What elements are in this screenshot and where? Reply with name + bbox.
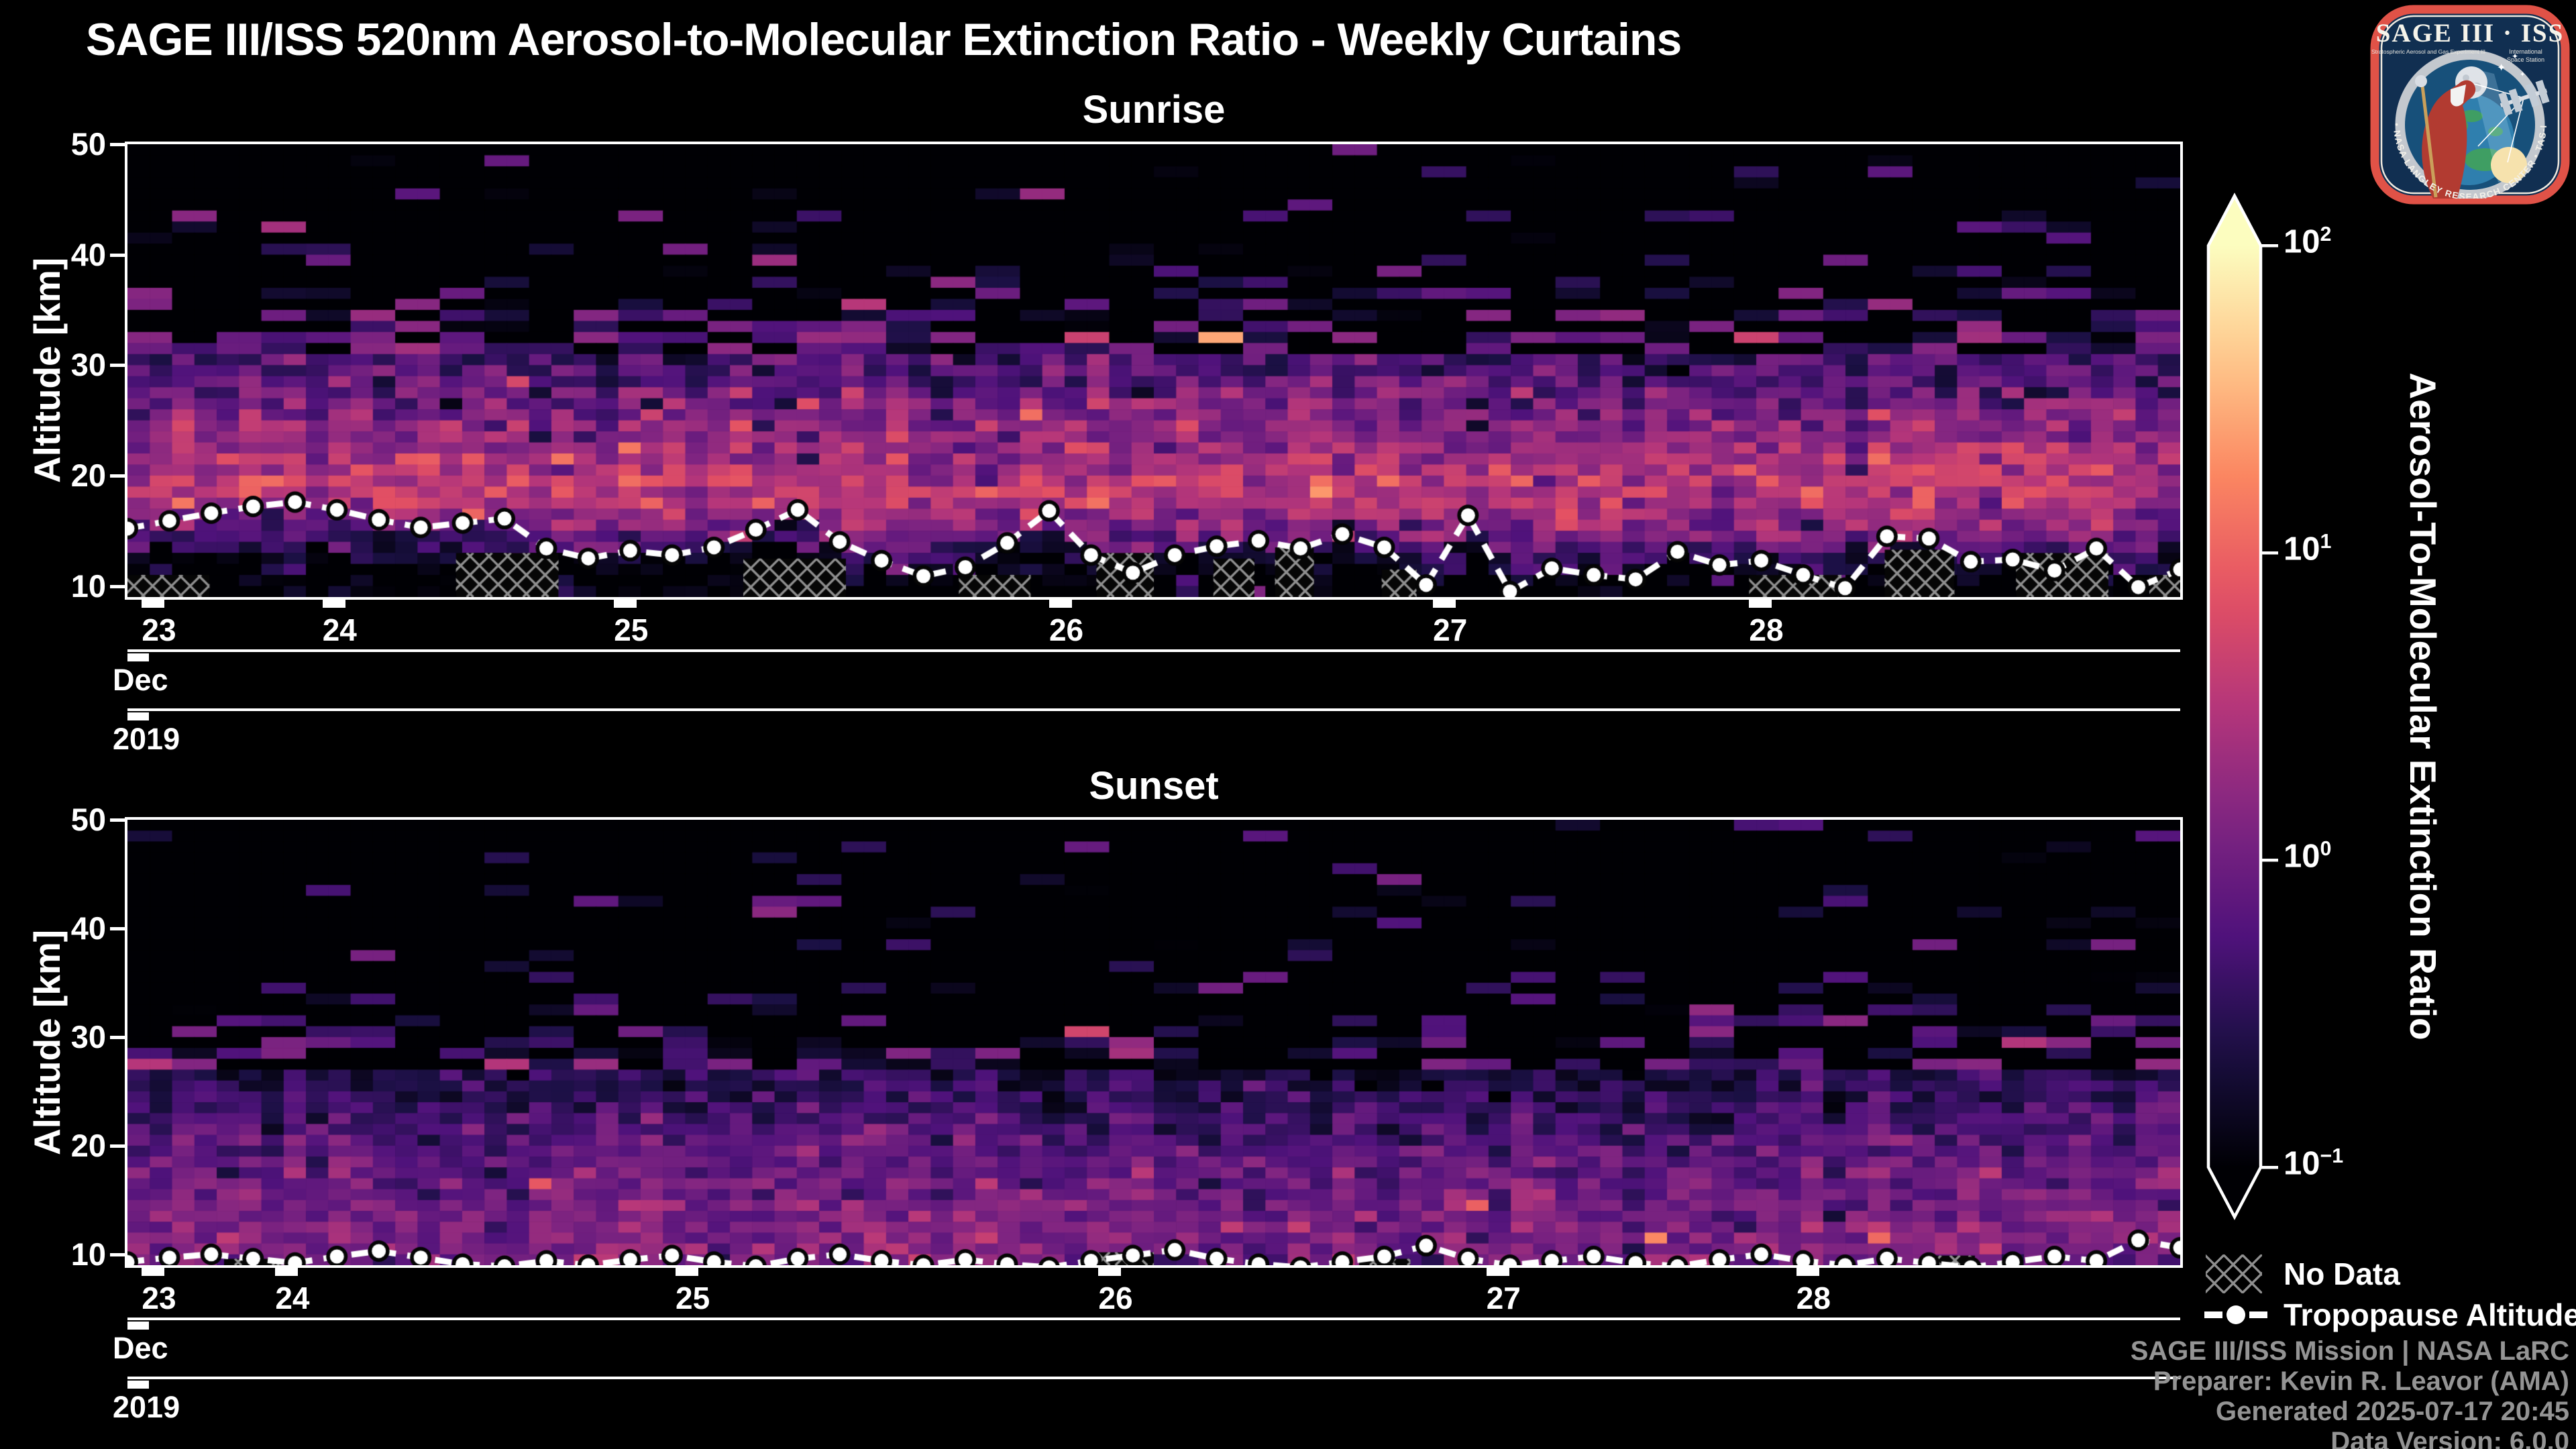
logo-subtitle-right2: Space Station — [2507, 56, 2544, 63]
colorbar-tick-mark — [2261, 244, 2278, 248]
legend-label-no-data: No Data — [2284, 1254, 2400, 1293]
heatmap-sunset — [125, 817, 2183, 1268]
month-label: Dec — [113, 1331, 168, 1366]
x-tick-mark — [1487, 1268, 1509, 1276]
logo-subtitle-left: Stratospheric Aerosol and Gas Experiment… — [2371, 48, 2485, 55]
colorbar-graphic — [2194, 181, 2368, 1228]
x-tick-mark — [1098, 1268, 1121, 1276]
y-tick-mark — [110, 1253, 126, 1256]
year-tick-mark — [127, 1381, 149, 1389]
y-tick-label: 20 — [19, 457, 106, 494]
x-tick-label: 23 — [142, 612, 176, 648]
logo-subtitle-right1: International — [2509, 48, 2542, 55]
x-tick-mark — [323, 600, 345, 608]
y-tick-label: 50 — [19, 125, 106, 162]
y-tick-label: 10 — [19, 1236, 106, 1273]
y-tick-label: 30 — [19, 1018, 106, 1055]
footer-line-preparer: Preparer: Kevin R. Leavor (AMA) — [2131, 1366, 2569, 1397]
footer-line-generated: Generated 2025-07-17 20:45 — [2131, 1397, 2569, 1427]
y-tick-mark — [110, 143, 126, 146]
figure-root: SAGE III/ISS 520nm Aerosol-to-Molecular … — [0, 0, 2576, 1449]
x-tick-label: 27 — [1433, 612, 1467, 648]
y-tick-label: 40 — [19, 910, 106, 947]
legend-label-tropopause: Tropopause Altitude — [2284, 1296, 2576, 1334]
x-tick-label: 25 — [614, 612, 648, 648]
month-tick-mark — [127, 653, 149, 661]
colorbar-tick-mark — [2261, 859, 2278, 862]
mission-logo: ✦ ✦ ✦ BALL • NASA LANGLEY RESEARCH CENTE… — [2369, 4, 2571, 205]
x-tick-mark — [275, 1268, 298, 1276]
x-tick-label: 24 — [323, 612, 357, 648]
x-tick-mark — [142, 1268, 164, 1276]
colorbar-tick-label: 102 — [2284, 223, 2331, 260]
year-axis-line — [127, 1377, 2180, 1379]
panel-title-sunset: Sunset — [127, 763, 2180, 808]
month-label: Dec — [113, 663, 168, 698]
colorbar — [2194, 181, 2368, 1228]
colorbar-label: Aerosol-To-Molecular Extinction Ratio — [2402, 372, 2445, 1040]
colorbar-tick-label: 101 — [2284, 530, 2331, 568]
star-icon: ✦ — [2520, 71, 2525, 78]
x-tick-label: 28 — [1796, 1280, 1831, 1316]
footer: SAGE III/ISS Mission | NASA LaRC Prepare… — [2131, 1336, 2569, 1449]
x-tick-mark — [1796, 1268, 1819, 1276]
footer-line-mission: SAGE III/ISS Mission | NASA LaRC — [2131, 1336, 2569, 1366]
y-tick-mark — [110, 474, 126, 478]
colorbar-gradient — [2208, 196, 2261, 1217]
x-tick-mark — [676, 1268, 698, 1276]
no-data-swatch — [2206, 1254, 2262, 1293]
y-tick-mark — [110, 927, 126, 930]
x-tick-label: 26 — [1049, 612, 1083, 648]
logo-title: SAGE III · ISS — [2376, 19, 2565, 48]
y-tick-label: 30 — [19, 346, 106, 383]
mission-logo-graphic: ✦ ✦ ✦ BALL • NASA LANGLEY RESEARCH CENTE… — [2369, 4, 2571, 205]
x-tick-label: 24 — [275, 1280, 309, 1316]
y-tick-label: 40 — [19, 236, 106, 273]
x-tick-mark — [1049, 600, 1072, 608]
tropopause-legend-marker — [2204, 1303, 2267, 1327]
month-tick-mark — [127, 1322, 149, 1330]
footer-line-version: Data Version: 6.0.0 — [2131, 1427, 2569, 1449]
y-tick-mark — [110, 1036, 126, 1039]
year-label: 2019 — [113, 722, 180, 757]
y-tick-mark — [110, 1144, 126, 1148]
year-axis-line — [127, 708, 2180, 711]
x-tick-mark — [614, 600, 637, 608]
heatmap-canvas-sunset — [127, 820, 2180, 1265]
heatmap-canvas-sunrise — [127, 144, 2180, 597]
y-tick-mark — [110, 585, 126, 588]
x-tick-mark — [1433, 600, 1456, 608]
y-tick-mark — [110, 364, 126, 367]
y-tick-label: 20 — [19, 1127, 106, 1164]
month-axis-line — [127, 649, 2180, 652]
colorbar-tick-mark — [2261, 551, 2278, 555]
x-tick-label: 23 — [142, 1280, 176, 1316]
panel-title-sunrise: Sunrise — [127, 87, 2180, 132]
colorbar-tick-mark — [2261, 1166, 2278, 1169]
year-tick-mark — [127, 712, 149, 720]
x-tick-mark — [142, 600, 164, 608]
x-tick-label: 27 — [1487, 1280, 1521, 1316]
year-label: 2019 — [113, 1390, 180, 1425]
y-tick-label: 10 — [19, 568, 106, 604]
x-tick-label: 26 — [1098, 1280, 1132, 1316]
star-icon: ✦ — [2497, 62, 2506, 74]
x-tick-label: 25 — [676, 1280, 710, 1316]
colorbar-tick-label: 10−1 — [2284, 1144, 2343, 1182]
x-tick-label: 28 — [1749, 612, 1783, 648]
y-tick-label: 50 — [19, 801, 106, 838]
y-tick-mark — [110, 254, 126, 257]
heatmap-sunrise — [125, 142, 2183, 600]
month-axis-line — [127, 1318, 2180, 1320]
colorbar-tick-label: 100 — [2284, 837, 2331, 875]
x-tick-mark — [1749, 600, 1772, 608]
page-title: SAGE III/ISS 520nm Aerosol-to-Molecular … — [86, 13, 1681, 66]
y-tick-mark — [110, 818, 126, 822]
